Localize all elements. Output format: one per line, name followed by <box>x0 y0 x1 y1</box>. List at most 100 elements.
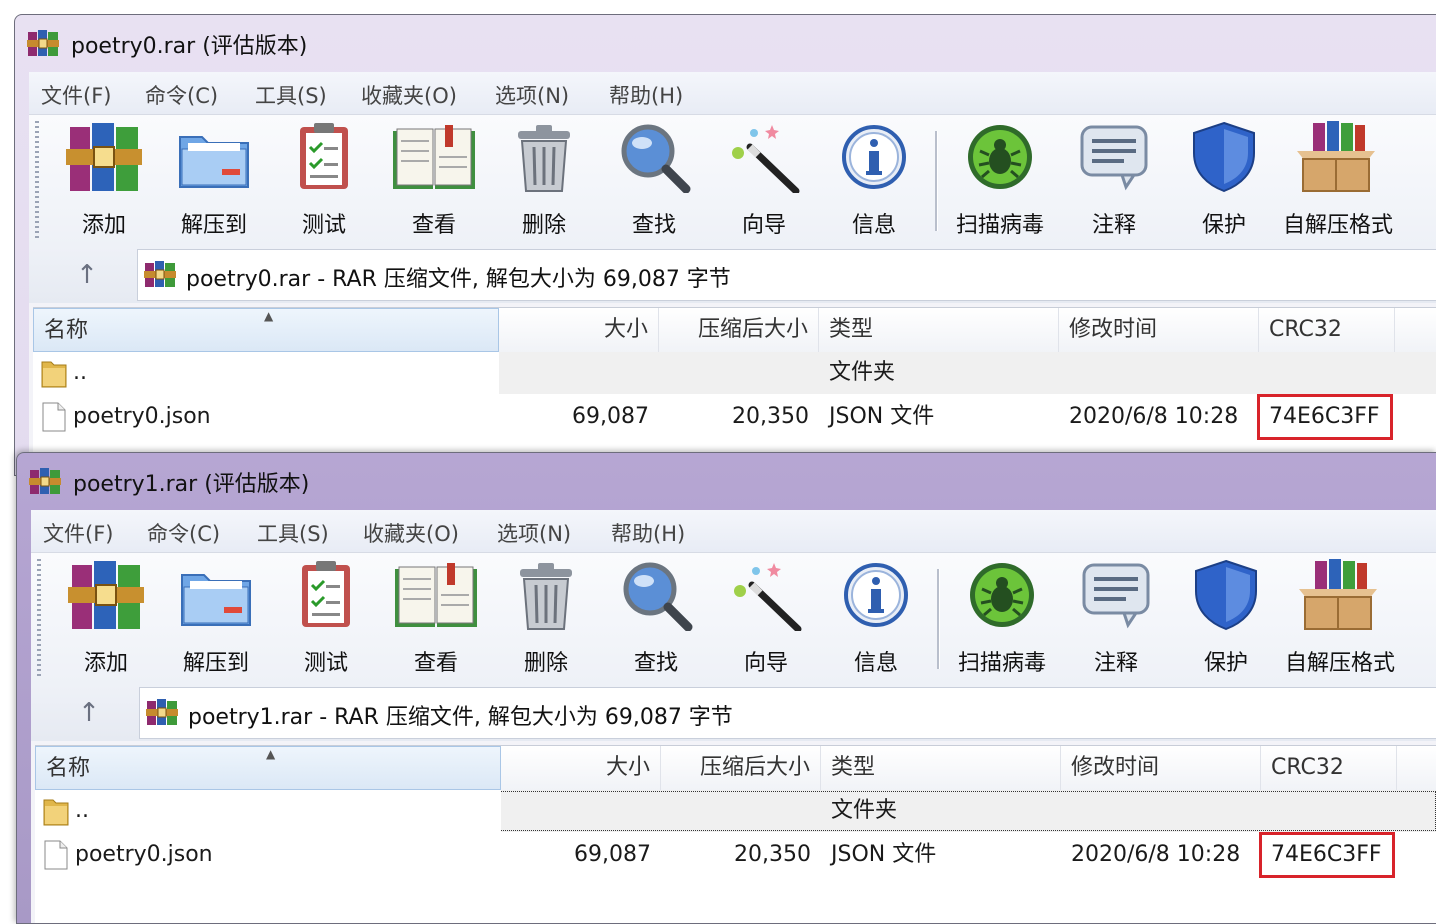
cell-name: .. <box>73 360 87 385</box>
extract-icon <box>161 121 267 193</box>
test-icon <box>271 121 377 193</box>
find-icon <box>603 559 709 631</box>
toolbar-label: 向导 <box>743 651 788 676</box>
info-button[interactable]: 信息 <box>821 121 927 243</box>
info-button[interactable]: 信息 <box>823 559 929 681</box>
sfx-button[interactable]: 自解压格式 <box>1285 559 1395 681</box>
window-title: poetry0.rar (评估版本) <box>71 34 308 59</box>
toolbar-separator <box>937 569 940 669</box>
test-button[interactable]: 测试 <box>273 559 379 681</box>
wizard-button[interactable]: 向导 <box>711 121 817 243</box>
up-folder-button[interactable]: ↑ <box>47 693 131 735</box>
column-header-crc32[interactable]: CRC32 <box>1261 746 1397 790</box>
view-button[interactable]: 查看 <box>381 121 487 243</box>
menu-item-tools[interactable]: 工具(S) <box>255 80 327 110</box>
info-icon <box>821 121 927 193</box>
sfx-button[interactable]: 自解压格式 <box>1283 121 1393 243</box>
toolbar-label: 注释 <box>1091 213 1136 238</box>
add-button[interactable]: 添加 <box>51 121 157 243</box>
add-button[interactable]: 添加 <box>53 559 159 681</box>
toolbar-grip[interactable] <box>37 559 41 679</box>
column-header-name[interactable]: 名称 ▲ <box>33 308 499 352</box>
cell-name: poetry0.json <box>75 842 213 867</box>
column-header-size[interactable]: 大小 <box>501 746 661 790</box>
column-header-name[interactable]: 名称 ▲ <box>35 746 501 790</box>
cell-modified: 2020/6/8 10:28 <box>1071 842 1241 867</box>
file-list[interactable]: 名称 ▲ 大小 压缩后大小 类型 修改时间 CRC32 .. 文件夹 poetr… <box>33 307 1436 475</box>
address-text: poetry1.rar - RAR 压缩文件, 解包大小为 69,087 字节 <box>188 705 733 730</box>
menu-item-options[interactable]: 选项(N) <box>497 518 571 548</box>
toolbar-label: 查看 <box>413 651 458 676</box>
extract-to-button[interactable]: 解压到 <box>161 121 267 243</box>
parent-folder-row[interactable]: .. 文件夹 <box>35 790 1436 832</box>
add-icon <box>53 559 159 631</box>
column-header-modified[interactable]: 修改时间 <box>1061 746 1261 790</box>
menu-item-commands[interactable]: 命令(C) <box>147 518 220 548</box>
toolbar-label: 扫描病毒 <box>957 651 1046 676</box>
wizard-button[interactable]: 向导 <box>713 559 819 681</box>
scan-virus-button[interactable]: 扫描病毒 <box>949 559 1055 681</box>
parent-folder-row[interactable]: .. 文件夹 <box>33 352 1436 394</box>
comment-button[interactable]: 注释 <box>1061 121 1167 243</box>
cell-packed: 20,350 <box>732 404 809 429</box>
toolbar-label: 删除 <box>521 213 566 238</box>
comment-icon <box>1063 559 1169 631</box>
up-folder-button[interactable]: ↑ <box>45 255 129 297</box>
extract-icon <box>163 559 269 631</box>
cell-size <box>501 790 661 832</box>
column-header-modified[interactable]: 修改时间 <box>1059 308 1259 352</box>
protect-button[interactable]: 保护 <box>1171 121 1277 243</box>
view-icon <box>381 121 487 193</box>
title-bar[interactable]: poetry0.rar (评估版本) <box>15 15 1436 71</box>
sfx-icon <box>1285 559 1391 631</box>
delete-button[interactable]: 删除 <box>493 559 599 681</box>
menu-item-options[interactable]: 选项(N) <box>495 80 569 110</box>
file-row[interactable]: poetry0.json 69,087 20,350 JSON 文件 2020/6/8 … <box>35 834 1436 876</box>
test-button[interactable]: 测试 <box>271 121 377 243</box>
column-header-crc32[interactable]: CRC32 <box>1259 308 1395 352</box>
cell-crc <box>1261 790 1397 832</box>
menu-item-favorites[interactable]: 收藏夹(O) <box>363 518 459 548</box>
up-arrow-icon: ↑ <box>76 260 98 290</box>
cell-type: 文件夹 <box>829 360 896 385</box>
menu-item-help[interactable]: 帮助(H) <box>609 80 683 110</box>
file-list[interactable]: 名称 ▲ 大小 压缩后大小 类型 修改时间 CRC32 .. 文件夹 poetr… <box>35 745 1436 923</box>
find-button[interactable]: 查找 <box>601 121 707 243</box>
menu-item-commands[interactable]: 命令(C) <box>145 80 218 110</box>
cell-packed <box>661 790 821 832</box>
scan-virus-button[interactable]: 扫描病毒 <box>947 121 1053 243</box>
column-label: 修改时间 <box>1071 755 1160 780</box>
virus-scan-icon <box>949 559 1055 631</box>
menu-item-tools[interactable]: 工具(S) <box>257 518 329 548</box>
cell-crc: 74E6C3FF <box>1269 404 1380 429</box>
column-header-size[interactable]: 大小 <box>499 308 659 352</box>
find-button[interactable]: 查找 <box>603 559 709 681</box>
extract-to-button[interactable]: 解压到 <box>163 559 269 681</box>
address-row: ↑ poetry0.rar - RAR 压缩文件, 解包大小为 69,087 字… <box>29 247 1436 303</box>
protect-button[interactable]: 保护 <box>1173 559 1279 681</box>
title-bar[interactable]: poetry1.rar (评估版本) <box>17 453 1436 509</box>
cell-modified: 2020/6/8 10:28 <box>1069 404 1239 429</box>
list-header: 名称 ▲ 大小 压缩后大小 类型 修改时间 CRC32 <box>35 746 1436 791</box>
address-bar[interactable]: poetry0.rar - RAR 压缩文件, 解包大小为 69,087 字节 <box>137 249 1436 301</box>
menu-item-help[interactable]: 帮助(H) <box>611 518 685 548</box>
column-header-type[interactable]: 类型 <box>819 308 1059 352</box>
delete-button[interactable]: 删除 <box>491 121 597 243</box>
column-header-packed-size[interactable]: 压缩后大小 <box>659 308 819 352</box>
comment-button[interactable]: 注释 <box>1063 559 1169 681</box>
cell-packed: 20,350 <box>734 842 811 867</box>
column-label: 压缩后大小 <box>697 317 808 342</box>
file-row[interactable]: poetry0.json 69,087 20,350 JSON 文件 2020/6/8 … <box>33 396 1436 438</box>
delete-icon <box>491 121 597 193</box>
address-bar[interactable]: poetry1.rar - RAR 压缩文件, 解包大小为 69,087 字节 <box>139 687 1436 739</box>
column-label: 名称 <box>44 318 89 343</box>
menu-item-favorites[interactable]: 收藏夹(O) <box>361 80 457 110</box>
delete-icon <box>493 559 599 631</box>
toolbar-grip[interactable] <box>35 121 39 241</box>
menu-item-file[interactable]: 文件(F) <box>41 80 111 110</box>
menu-item-file[interactable]: 文件(F) <box>43 518 113 548</box>
view-button[interactable]: 查看 <box>383 559 489 681</box>
up-arrow-icon: ↑ <box>78 698 100 728</box>
column-header-packed-size[interactable]: 压缩后大小 <box>661 746 821 790</box>
column-header-type[interactable]: 类型 <box>821 746 1061 790</box>
